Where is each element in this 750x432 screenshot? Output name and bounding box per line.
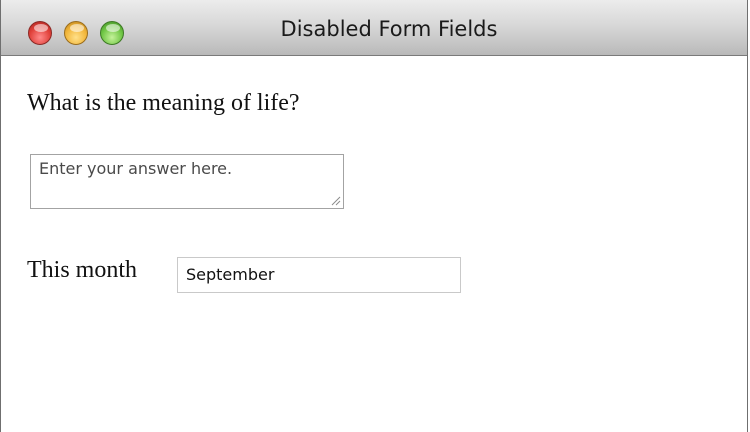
- title-bar[interactable]: Disabled Form Fields: [1, 0, 747, 56]
- answer-textarea[interactable]: Enter your answer here.: [30, 154, 344, 209]
- month-value: September: [186, 265, 275, 284]
- resize-grip-icon[interactable]: [330, 195, 341, 206]
- question-label: What is the meaning of life?: [27, 90, 300, 116]
- app-window: Disabled Form Fields What is the meaning…: [0, 0, 748, 432]
- month-label: This month: [27, 257, 138, 283]
- month-input[interactable]: September: [177, 257, 461, 293]
- answer-placeholder: Enter your answer here.: [39, 159, 233, 178]
- window-title: Disabled Form Fields: [280, 17, 498, 41]
